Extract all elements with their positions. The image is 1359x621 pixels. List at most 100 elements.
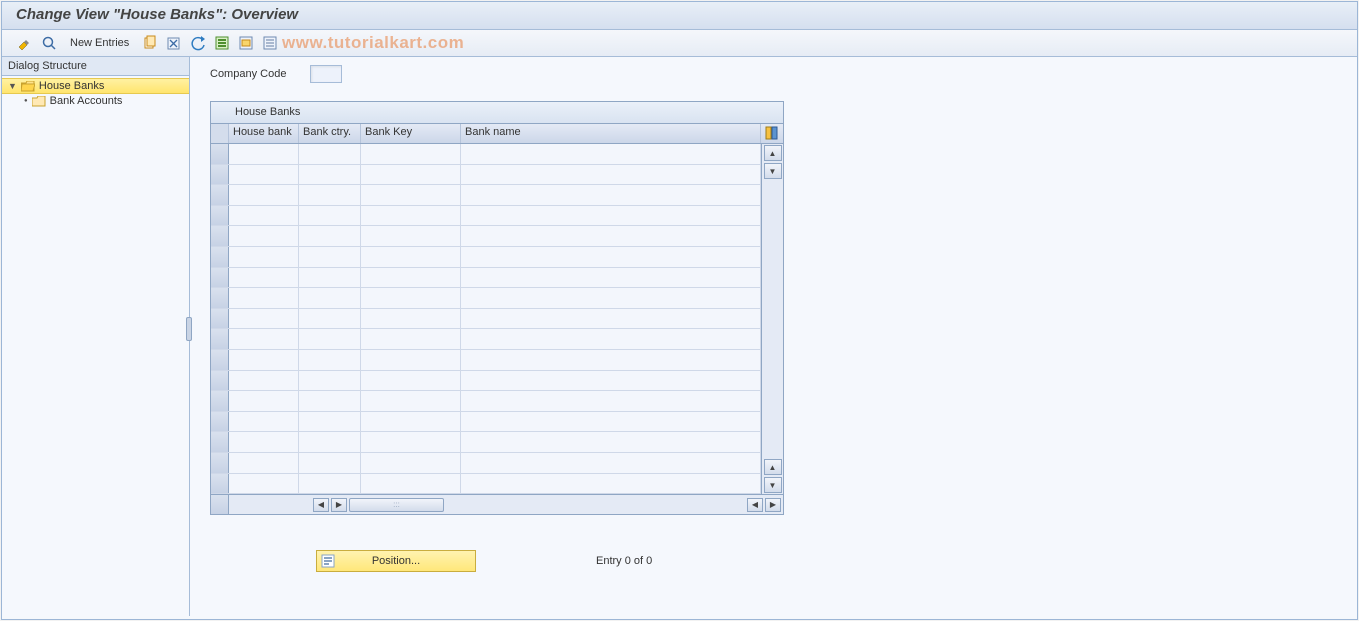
cell-bank-name[interactable] xyxy=(461,412,761,432)
cell-bank-name[interactable] xyxy=(461,432,761,452)
column-header-bank-key[interactable]: Bank Key xyxy=(361,124,461,143)
cell-bank-key[interactable] xyxy=(361,247,461,267)
cell-house-bank[interactable] xyxy=(229,185,299,205)
cell-house-bank[interactable] xyxy=(229,165,299,185)
scroll-right-last-icon[interactable]: ▶ xyxy=(765,498,781,512)
undo-icon[interactable] xyxy=(189,34,207,52)
cell-bank-name[interactable] xyxy=(461,453,761,473)
cell-house-bank[interactable] xyxy=(229,453,299,473)
tree-expand-icon[interactable]: ▼ xyxy=(8,81,17,91)
cell-bank-name[interactable] xyxy=(461,144,761,164)
scroll-right-icon[interactable]: ◀ xyxy=(747,498,763,512)
cell-bank-name[interactable] xyxy=(461,247,761,267)
cell-bank-key[interactable] xyxy=(361,144,461,164)
row-selector[interactable] xyxy=(211,165,229,185)
cell-bank-key[interactable] xyxy=(361,185,461,205)
table-row[interactable] xyxy=(211,185,761,206)
company-code-input[interactable] xyxy=(310,65,342,83)
row-selector[interactable] xyxy=(211,185,229,205)
table-row[interactable] xyxy=(211,391,761,412)
row-selector[interactable] xyxy=(211,226,229,246)
cell-bank-ctry[interactable] xyxy=(299,453,361,473)
cell-house-bank[interactable] xyxy=(229,247,299,267)
row-selector[interactable] xyxy=(211,412,229,432)
cell-bank-ctry[interactable] xyxy=(299,412,361,432)
cell-bank-key[interactable] xyxy=(361,412,461,432)
table-row[interactable] xyxy=(211,371,761,392)
new-entries-button[interactable]: New Entries xyxy=(64,35,135,51)
row-selector[interactable] xyxy=(211,288,229,308)
row-selector[interactable] xyxy=(211,268,229,288)
scroll-left-icon[interactable]: ▶ xyxy=(331,498,347,512)
cell-bank-key[interactable] xyxy=(361,350,461,370)
table-row[interactable] xyxy=(211,309,761,330)
delete-icon[interactable] xyxy=(165,34,183,52)
configure-columns-icon[interactable] xyxy=(761,124,783,143)
table-row[interactable] xyxy=(211,329,761,350)
cell-bank-ctry[interactable] xyxy=(299,247,361,267)
table-row[interactable] xyxy=(211,206,761,227)
cell-bank-ctry[interactable] xyxy=(299,206,361,226)
table-row[interactable] xyxy=(211,226,761,247)
cell-bank-name[interactable] xyxy=(461,309,761,329)
cell-bank-name[interactable] xyxy=(461,371,761,391)
row-selector[interactable] xyxy=(211,247,229,267)
cell-house-bank[interactable] xyxy=(229,329,299,349)
cell-bank-name[interactable] xyxy=(461,391,761,411)
table-row[interactable] xyxy=(211,350,761,371)
cell-bank-key[interactable] xyxy=(361,329,461,349)
cell-bank-ctry[interactable] xyxy=(299,144,361,164)
cell-bank-ctry[interactable] xyxy=(299,329,361,349)
cell-house-bank[interactable] xyxy=(229,371,299,391)
cell-bank-key[interactable] xyxy=(361,288,461,308)
row-selector[interactable] xyxy=(211,350,229,370)
cell-house-bank[interactable] xyxy=(229,144,299,164)
cell-house-bank[interactable] xyxy=(229,309,299,329)
cell-bank-key[interactable] xyxy=(361,432,461,452)
cell-bank-name[interactable] xyxy=(461,329,761,349)
row-selector[interactable] xyxy=(211,432,229,452)
cell-bank-ctry[interactable] xyxy=(299,268,361,288)
cell-bank-name[interactable] xyxy=(461,165,761,185)
cell-bank-key[interactable] xyxy=(361,391,461,411)
row-selector[interactable] xyxy=(211,474,229,494)
select-block-icon[interactable] xyxy=(237,34,255,52)
cell-bank-ctry[interactable] xyxy=(299,288,361,308)
cell-bank-ctry[interactable] xyxy=(299,350,361,370)
row-selector[interactable] xyxy=(211,329,229,349)
vertical-scrollbar[interactable]: ▲ ▼ ▲ ▼ xyxy=(761,144,783,494)
row-selector[interactable] xyxy=(211,309,229,329)
cell-bank-key[interactable] xyxy=(361,268,461,288)
row-selector[interactable] xyxy=(211,391,229,411)
scroll-up-icon[interactable]: ▲ xyxy=(764,145,782,161)
row-selector[interactable] xyxy=(211,453,229,473)
table-row[interactable] xyxy=(211,247,761,268)
row-selector[interactable] xyxy=(211,371,229,391)
horizontal-scrollbar[interactable]: ◀ ▶ ::: ◀ ▶ xyxy=(211,494,783,514)
cell-bank-ctry[interactable] xyxy=(299,309,361,329)
cell-bank-key[interactable] xyxy=(361,206,461,226)
table-row[interactable] xyxy=(211,453,761,474)
scroll-down-icon[interactable]: ▼ xyxy=(764,163,782,179)
cell-bank-name[interactable] xyxy=(461,288,761,308)
position-button[interactable]: Position... xyxy=(316,550,476,572)
toggle-display-change-icon[interactable] xyxy=(16,34,34,52)
cell-house-bank[interactable] xyxy=(229,206,299,226)
table-row[interactable] xyxy=(211,268,761,289)
cell-bank-name[interactable] xyxy=(461,185,761,205)
cell-house-bank[interactable] xyxy=(229,412,299,432)
cell-bank-ctry[interactable] xyxy=(299,391,361,411)
select-all-icon[interactable] xyxy=(213,34,231,52)
deselect-all-icon[interactable] xyxy=(261,34,279,52)
row-selector[interactable] xyxy=(211,206,229,226)
scroll-up-end-icon[interactable]: ▲ xyxy=(764,459,782,475)
cell-bank-key[interactable] xyxy=(361,453,461,473)
cell-bank-ctry[interactable] xyxy=(299,165,361,185)
row-selector[interactable] xyxy=(211,144,229,164)
cell-bank-key[interactable] xyxy=(361,226,461,246)
cell-bank-name[interactable] xyxy=(461,350,761,370)
cell-bank-name[interactable] xyxy=(461,226,761,246)
table-row[interactable] xyxy=(211,165,761,186)
cell-house-bank[interactable] xyxy=(229,474,299,494)
scroll-down-end-icon[interactable]: ▼ xyxy=(764,477,782,493)
